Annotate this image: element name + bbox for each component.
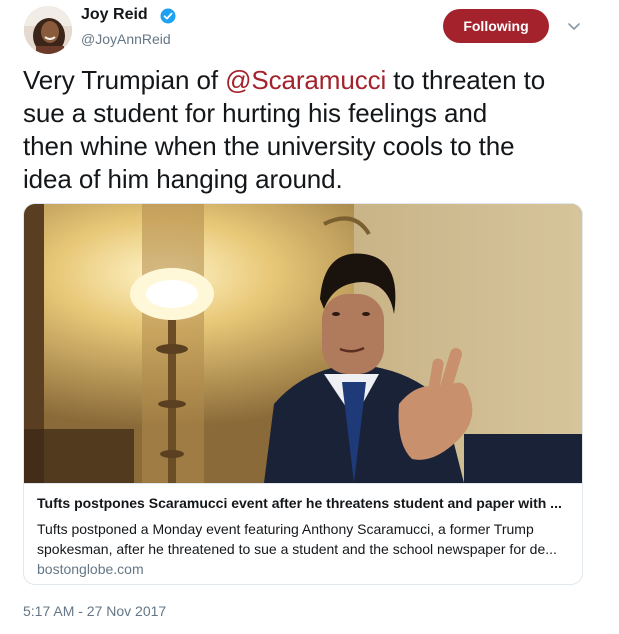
card-description-line-1: Tufts postponed a Monday event featuring…	[37, 521, 534, 537]
mention-link[interactable]: @Scaramucci	[225, 65, 386, 95]
tweet-text-segment: to threaten to	[386, 65, 546, 95]
avatar[interactable]	[24, 6, 72, 54]
card-description: Tufts postponed a Monday event featuring…	[37, 519, 577, 559]
card-image[interactable]	[24, 204, 582, 483]
card-domain: bostonglobe.com	[37, 561, 144, 577]
card-body[interactable]: Tufts postpones Scaramucci event after h…	[24, 483, 582, 584]
card-title[interactable]: Tufts postpones Scaramucci event after h…	[37, 495, 572, 511]
tweet-text-line-3: then whine when the university cools to …	[23, 131, 515, 161]
tweet: Joy Reid @JoyAnnReid Following Very Trum…	[0, 0, 619, 634]
tweet-text-line-4: idea of him hanging around.	[23, 164, 343, 194]
following-button[interactable]: Following	[443, 9, 549, 43]
link-card[interactable]: Tufts postpones Scaramucci event after h…	[23, 203, 583, 585]
tweet-text-line-2: sue a student for hurting his feelings a…	[23, 98, 488, 128]
tweet-text: Very Trumpian of @Scaramucci to threaten…	[23, 64, 603, 196]
user-handle[interactable]: @JoyAnnReid	[81, 31, 171, 47]
chevron-down-icon[interactable]	[566, 18, 582, 34]
tweet-text-line-1: Very Trumpian of @Scaramucci to threaten…	[23, 64, 603, 97]
display-name[interactable]: Joy Reid	[81, 6, 148, 24]
tweet-text-segment: Very Trumpian of	[23, 65, 226, 95]
verified-badge-icon	[160, 8, 176, 24]
card-description-line-2: spokesman, after he threatened to sue a …	[37, 541, 557, 557]
tweet-timestamp[interactable]: 5:17 AM - 27 Nov 2017	[23, 603, 166, 619]
